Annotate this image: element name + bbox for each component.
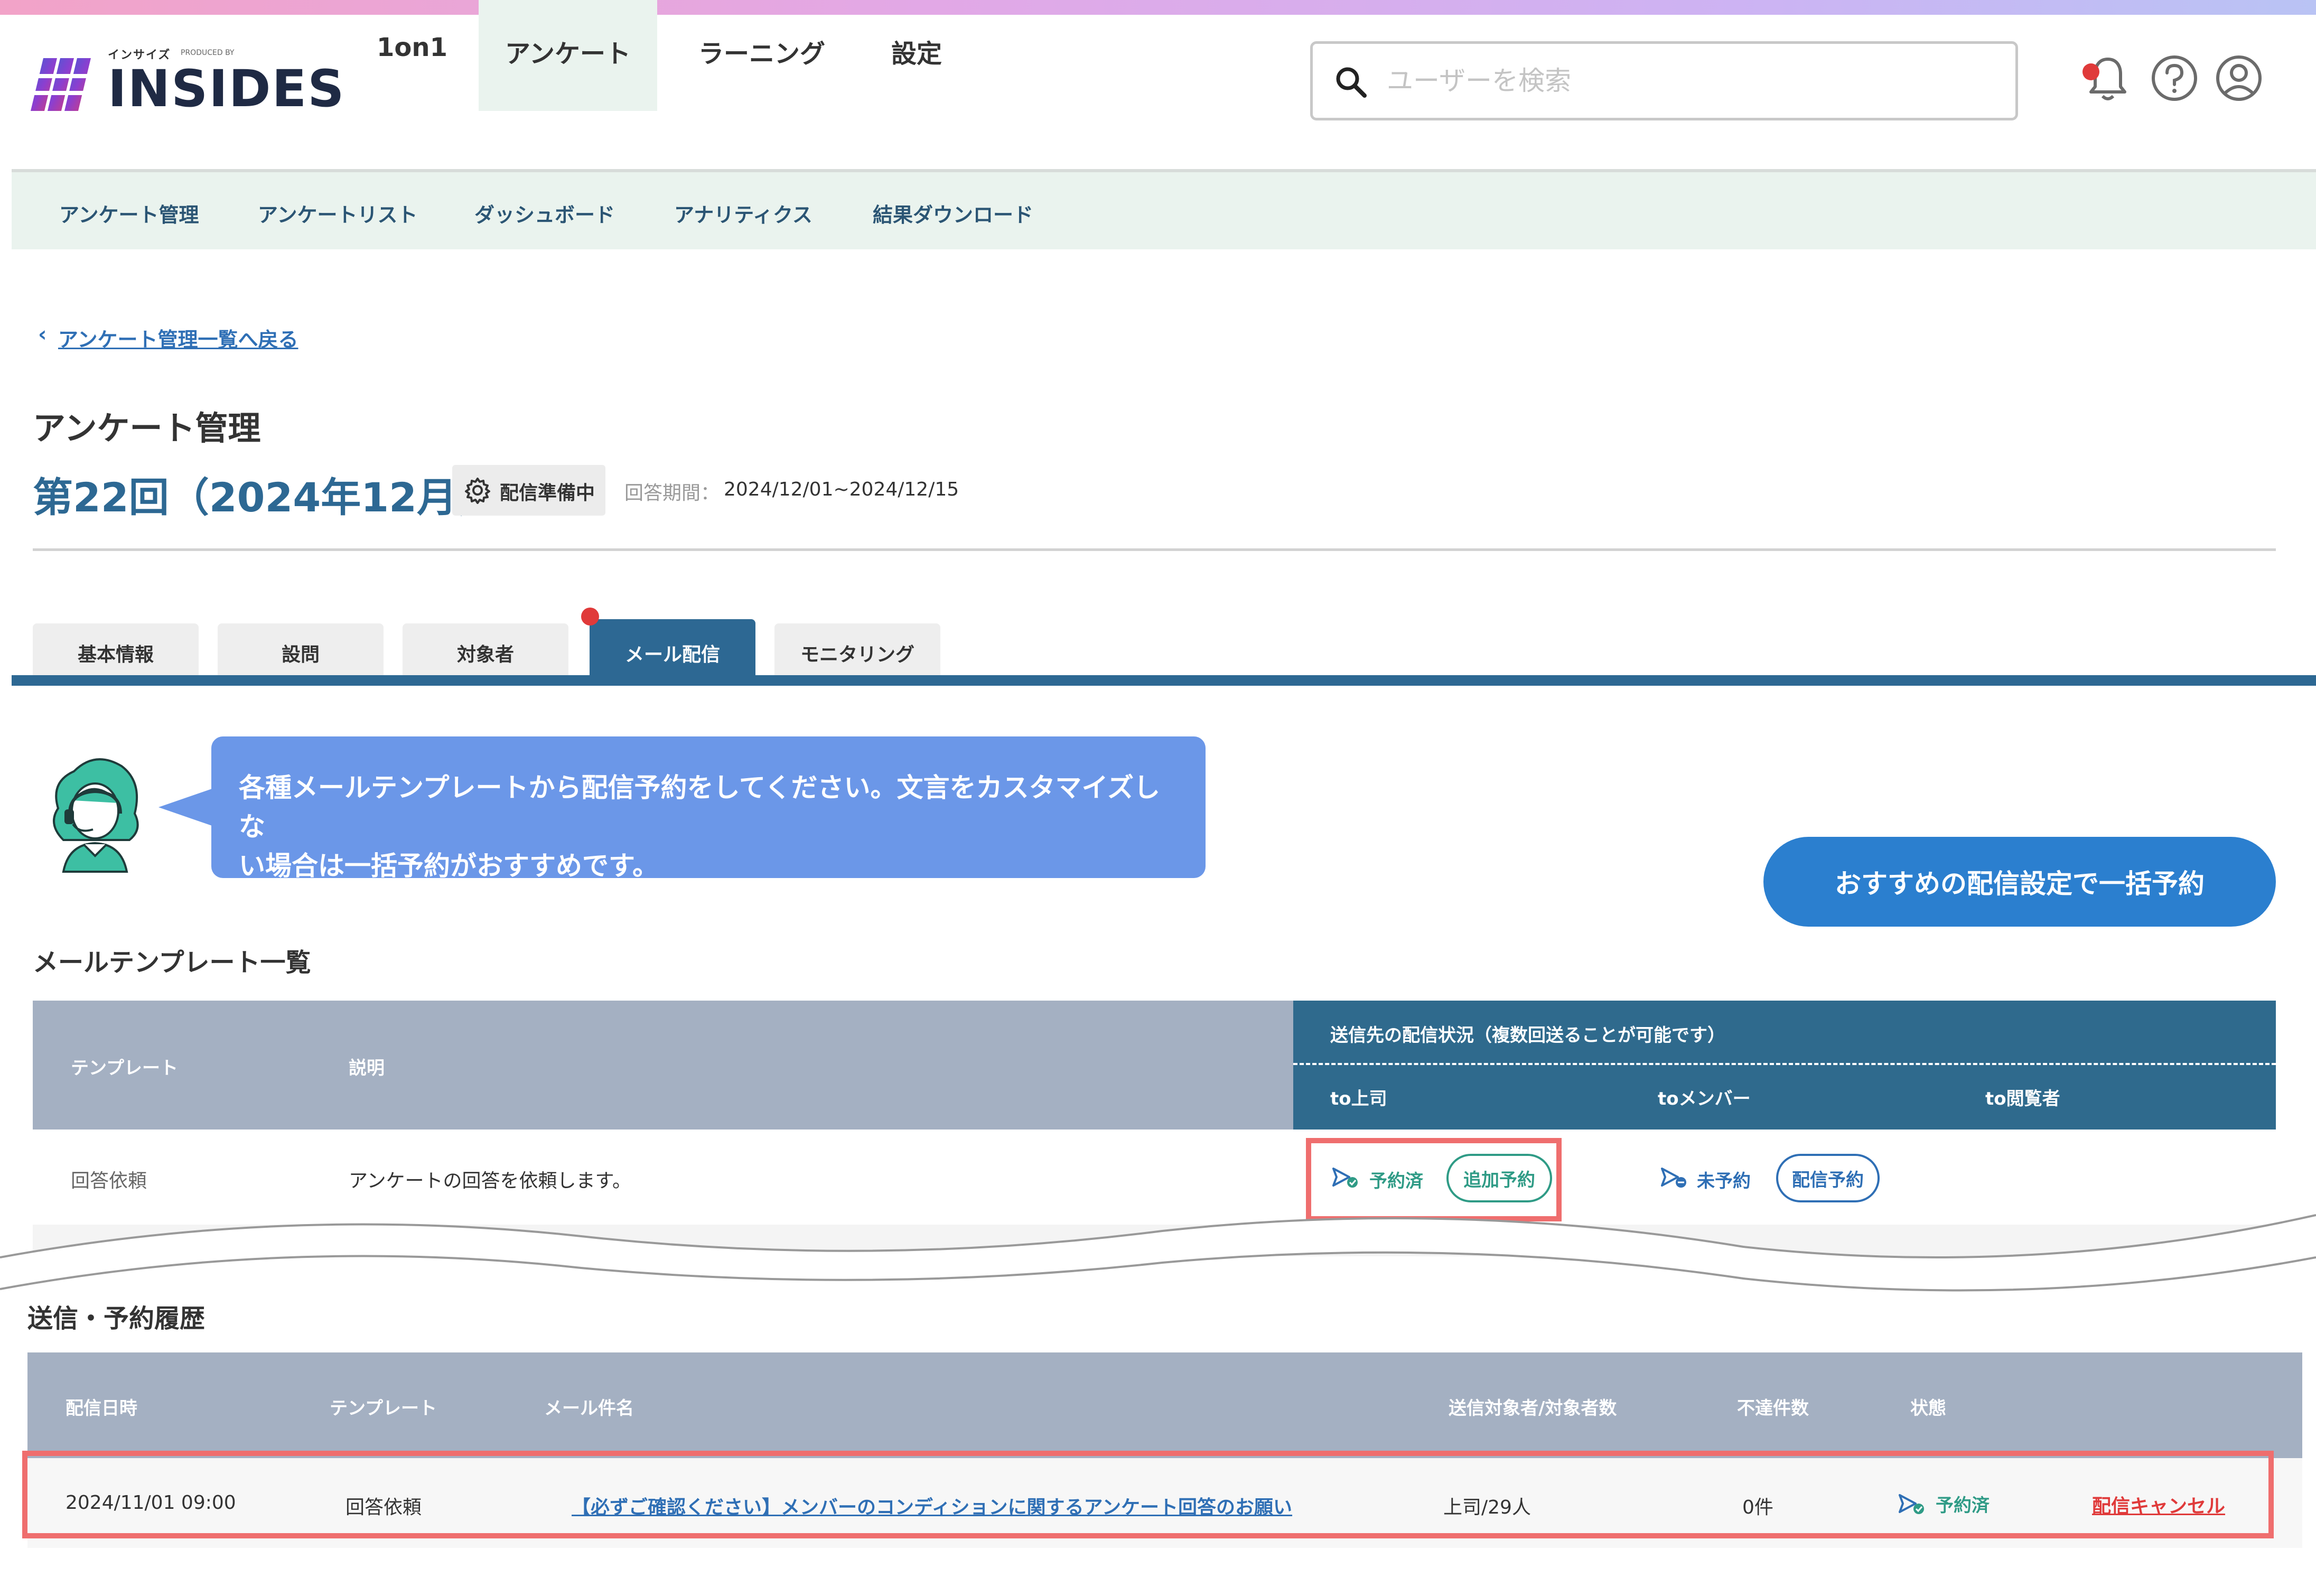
tab-mail-delivery[interactable]: メール配信 [590, 619, 755, 676]
th-to-boss: to上司 [1330, 1088, 1387, 1109]
nav-item-settings[interactable]: 設定 [866, 0, 967, 111]
template-list-title: メールテンプレート一覧 [33, 948, 311, 977]
notification-badge [2082, 63, 2099, 80]
bulk-reserve-button[interactable]: おすすめの配信設定で一括予約 [1763, 837, 2276, 927]
history-title: 送信・予約履歴 [27, 1304, 206, 1333]
header-dashed-divider [1293, 1063, 2276, 1065]
gear-icon [465, 478, 490, 504]
section-break-wave [0, 1214, 2316, 1292]
tab-targets[interactable]: 対象者 [403, 623, 568, 676]
th-datetime: 配信日時 [66, 1398, 137, 1419]
th-to-member: toメンバー [1658, 1088, 1751, 1109]
user-search-box[interactable] [1310, 41, 2018, 120]
brand-logo[interactable]: インサイズ PRODUCED BY INSIDES [27, 45, 344, 119]
subnav-item-analytics[interactable]: アナリティクス [674, 199, 813, 228]
page-title: アンケート管理 [33, 409, 261, 447]
speech-bubble-tail [158, 787, 217, 827]
th-status-group: 送信先の配信状況（複数回送ることが可能です） [1330, 1025, 1725, 1046]
title-divider [33, 548, 2276, 551]
template-description: アンケートの回答を依頼します。 [349, 1170, 631, 1192]
help-icon[interactable] [2148, 52, 2201, 105]
th-to-viewer: to閲覧者 [1985, 1088, 2060, 1109]
survey-title: 第22回（2024年12月） [33, 474, 498, 521]
user-search-input[interactable] [1387, 60, 1994, 102]
th-undelivered: 不達件数 [1737, 1398, 1809, 1419]
th-subject: メール件名 [544, 1398, 634, 1419]
mail-send-icon [1661, 1168, 1686, 1188]
tab-notification-dot [581, 608, 599, 626]
search-icon [1336, 67, 1367, 98]
template-name: 回答依頼 [71, 1170, 147, 1192]
template-table-header-left: テンプレート 説明 [33, 1001, 1293, 1130]
member-status: 未予約 [1697, 1171, 1751, 1192]
highlight-box [22, 1451, 2274, 1538]
tab-monitoring[interactable]: モニタリング [774, 623, 940, 676]
nav-item-learning[interactable]: ラーニング [683, 0, 841, 111]
guide-speech-bubble: 各種メールテンプレートから配信予約をしてください。文言をカスタマイズしな い場合… [211, 736, 1206, 881]
th-template: テンプレート [71, 1058, 178, 1079]
top-gradient-bar [0, 0, 2316, 15]
status-badge: 配信準備中 [452, 465, 605, 516]
tab-underline [12, 675, 2316, 686]
schedule-delivery-button[interactable]: 配信予約 [1776, 1154, 1880, 1202]
logo-mark-icon [27, 58, 96, 111]
subnav-item-survey-management[interactable]: アンケート管理 [59, 199, 199, 228]
th-description: 説明 [349, 1058, 385, 1079]
guide-message-line-1: 各種メールテンプレートから配信予約をしてください。文言をカスタマイズしな [239, 772, 1160, 842]
nav-item-1on1[interactable]: 1on1 [370, 0, 454, 111]
subnav-item-dashboard[interactable]: ダッシュボード [474, 199, 615, 228]
user-icon[interactable] [2212, 52, 2265, 105]
answer-period-value: 2024/12/01~2024/12/15 [724, 479, 959, 500]
support-avatar-icon [53, 758, 139, 873]
subnav-item-result-download[interactable]: 結果ダウンロード [873, 199, 1033, 228]
back-to-list-link[interactable]: アンケート管理一覧へ戻る [58, 323, 298, 352]
chevron-left-icon: ‹ [38, 322, 47, 347]
th-recipients: 送信対象者/対象者数 [1449, 1398, 1617, 1419]
status-text: 配信準備中 [500, 482, 595, 504]
subnav-item-survey-list[interactable]: アンケートリスト [258, 199, 417, 228]
nav-item-survey[interactable]: アンケート [479, 0, 657, 111]
tab-questions[interactable]: 設問 [218, 623, 384, 676]
guide-message-line-2: い場合は一括予約がおすすめです。 [239, 851, 659, 881]
answer-period-label: 回答期間： [624, 482, 720, 504]
th-template: テンプレート [330, 1398, 437, 1419]
template-table-header-right: 送信先の配信状況（複数回送ることが可能です） to上司 toメンバー to閲覧者 [1293, 1001, 2276, 1130]
brand-name: INSIDES [108, 59, 345, 118]
history-table-header: 配信日時 テンプレート メール件名 送信対象者/対象者数 不達件数 状態 [27, 1352, 2302, 1458]
sub-navigation: アンケート管理 アンケートリスト ダッシュボード アナリティクス 結果ダウンロー… [12, 172, 2316, 249]
tab-basic-info[interactable]: 基本情報 [33, 623, 199, 676]
th-state: 状態 [1910, 1398, 1946, 1419]
brand-produced-by: PRODUCED BY [181, 49, 235, 57]
